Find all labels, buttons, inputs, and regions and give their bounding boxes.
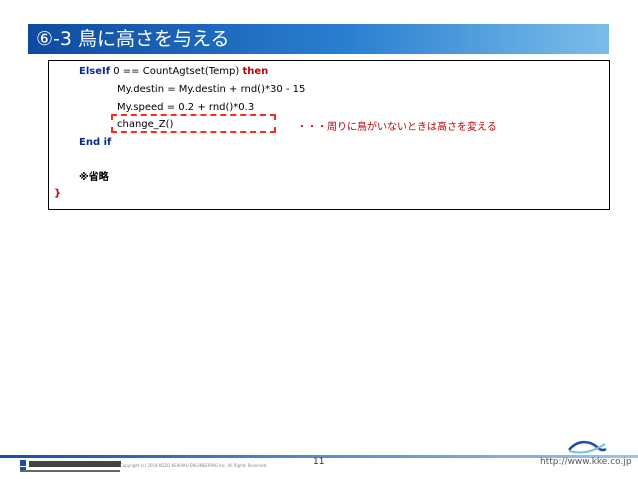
code-line-elseif: ElseIf 0 == CountAgtset(Temp) then [79, 65, 268, 79]
slide-title: ⑥-3 鳥に高さを与える [28, 24, 609, 54]
highlight-box [111, 114, 276, 133]
company-logo [20, 460, 121, 472]
page-number: 11 [313, 457, 325, 467]
keyword-then: then [242, 66, 269, 77]
keyword-elseif: ElseIf [79, 66, 111, 77]
company-url[interactable]: http://www.kke.co.jp [540, 457, 632, 467]
closing-brace: } [54, 188, 62, 199]
brand-swoosh-icon [568, 440, 607, 454]
code-line-destin: My.destin = My.destin + rnd()*30 - 15 [117, 84, 306, 95]
elseif-condition: 0 == CountAgtset(Temp) [113, 66, 240, 77]
copyright-text: Copyright (c) 2018 KOZO KEIKAKU ENGINEER… [120, 463, 268, 468]
code-block: ElseIf 0 == CountAgtset(Temp) then My.de… [48, 60, 610, 210]
code-line-speed: My.speed = 0.2 + rnd()*0.3 [117, 102, 255, 113]
code-line-endif: End if [79, 137, 112, 148]
highlight-comment: ・・・周りに鳥がいないときは高さを変える [297, 122, 497, 133]
omitted-note: ※省略 [79, 172, 109, 183]
